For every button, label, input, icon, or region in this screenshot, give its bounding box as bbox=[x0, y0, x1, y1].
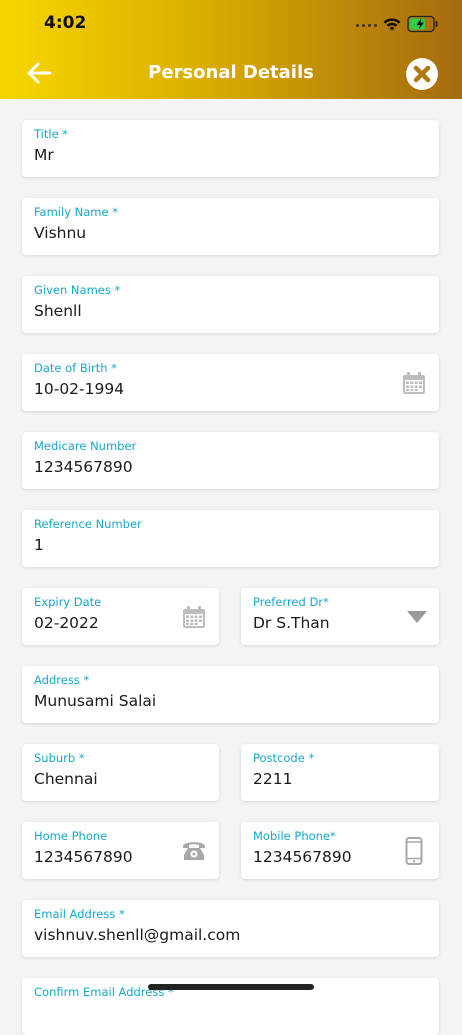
family-name-field[interactable]: Family Name * Vishnu bbox=[22, 198, 439, 255]
telephone-icon bbox=[183, 842, 205, 860]
reference-number-label: Reference Number bbox=[34, 517, 142, 531]
home-indicator bbox=[148, 984, 314, 990]
page-title: Personal Details bbox=[148, 62, 314, 83]
mobile-phone-icon bbox=[405, 837, 423, 865]
email-field[interactable]: Email Address * vishnuv.shenll@gmail.com bbox=[22, 900, 439, 957]
expiry-date-label: Expiry Date bbox=[34, 595, 102, 609]
suburb-field[interactable]: Suburb * Chennai bbox=[22, 744, 219, 801]
preferred-dr-label: Preferred Dr* bbox=[253, 595, 329, 609]
email-label: Email Address * bbox=[34, 907, 125, 921]
calendar-icon[interactable] bbox=[182, 605, 206, 629]
given-names-label: Given Names * bbox=[34, 283, 121, 297]
address-value[interactable]: Munusami Salai bbox=[34, 692, 156, 710]
email-value[interactable]: vishnuv.shenll@gmail.com bbox=[34, 926, 240, 944]
signal-icon bbox=[356, 24, 377, 27]
postcode-value[interactable]: 2211 bbox=[253, 770, 292, 788]
title-label: Title * bbox=[34, 127, 69, 141]
mobile-phone-value[interactable]: 1234567890 bbox=[253, 848, 352, 866]
family-name-value[interactable]: Vishnu bbox=[34, 224, 86, 242]
reference-number-field[interactable]: Reference Number 1 bbox=[22, 510, 439, 567]
expiry-date-field[interactable]: Expiry Date 02-2022 bbox=[22, 588, 219, 645]
medicare-number-field[interactable]: Medicare Number 1234567890 bbox=[22, 432, 439, 489]
wifi-icon bbox=[383, 18, 401, 31]
suburb-value[interactable]: Chennai bbox=[34, 770, 98, 788]
address-label: Address * bbox=[34, 673, 90, 687]
home-phone-field[interactable]: Home Phone 1234567890 bbox=[22, 822, 219, 879]
battery-icon bbox=[407, 15, 438, 33]
dropdown-arrow-icon[interactable] bbox=[406, 610, 428, 624]
dob-label: Date of Birth * bbox=[34, 361, 117, 375]
home-phone-label: Home Phone bbox=[34, 829, 108, 843]
mobile-phone-label: Mobile Phone* bbox=[253, 829, 336, 843]
medicare-number-value[interactable]: 1234567890 bbox=[34, 458, 133, 476]
app-header: 4:02 Personal Details bbox=[0, 0, 462, 99]
calendar-icon[interactable] bbox=[402, 371, 426, 395]
title-field[interactable]: Title * Mr bbox=[22, 120, 439, 177]
family-name-label: Family Name * bbox=[34, 205, 118, 219]
home-phone-value[interactable]: 1234567890 bbox=[34, 848, 133, 866]
preferred-dr-value[interactable]: Dr S.Than bbox=[253, 614, 330, 632]
dob-field[interactable]: Date of Birth * 10-02-1994 bbox=[22, 354, 439, 411]
title-value[interactable]: Mr bbox=[34, 146, 54, 164]
close-icon[interactable] bbox=[405, 57, 439, 91]
preferred-dr-field[interactable]: Preferred Dr* Dr S.Than bbox=[241, 588, 439, 645]
postcode-field[interactable]: Postcode * 2211 bbox=[241, 744, 439, 801]
medicare-number-label: Medicare Number bbox=[34, 439, 137, 453]
status-time: 4:02 bbox=[44, 13, 87, 33]
dob-value[interactable]: 10-02-1994 bbox=[34, 380, 124, 398]
given-names-field[interactable]: Given Names * Shenll bbox=[22, 276, 439, 333]
reference-number-value[interactable]: 1 bbox=[34, 536, 44, 554]
expiry-date-value[interactable]: 02-2022 bbox=[34, 614, 99, 632]
mobile-phone-field[interactable]: Mobile Phone* 1234567890 bbox=[241, 822, 439, 879]
suburb-label: Suburb * bbox=[34, 751, 85, 765]
given-names-value[interactable]: Shenll bbox=[34, 302, 82, 320]
address-field[interactable]: Address * Munusami Salai bbox=[22, 666, 439, 723]
postcode-label: Postcode * bbox=[253, 751, 315, 765]
